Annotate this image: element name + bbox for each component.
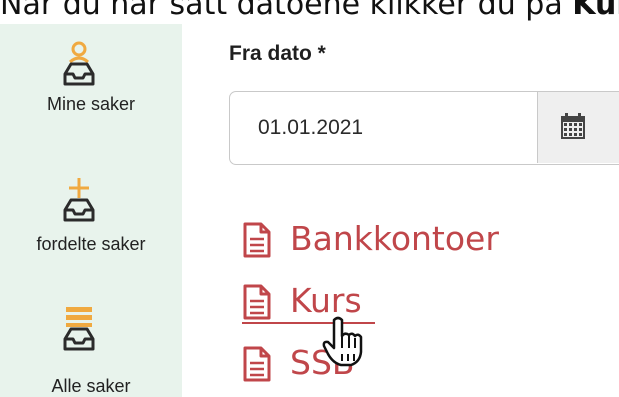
document-icon — [243, 222, 271, 258]
inbox-stack-icon — [63, 307, 95, 351]
from-date-label: Fra dato * — [229, 42, 326, 65]
sidebar-item-mine-saker[interactable]: Mine saker — [0, 24, 182, 134]
report-link-label: Bankkontoer — [290, 219, 499, 258]
instruction-caption: Når du har satt datoene klikker du på Ku… — [0, 0, 619, 24]
sidebar-item-fordelte-saker[interactable]: fordelte saker — [0, 164, 182, 274]
sidebar: Mine saker fordelte saker Alle saker — [0, 24, 182, 397]
document-icon — [243, 284, 271, 320]
calendar-icon — [561, 113, 585, 139]
inbox-person-icon — [63, 41, 95, 86]
sidebar-item-label: Alle saker — [51, 376, 131, 396]
sidebar-item-alle-saker[interactable]: Alle saker — [0, 302, 182, 397]
hand-pointer-cursor-icon — [322, 316, 363, 367]
inbox-plus-icon — [63, 178, 95, 222]
sidebar-item-label: fordelte saker — [36, 234, 146, 254]
calendar-button[interactable] — [537, 92, 619, 163]
from-date-field — [229, 91, 619, 165]
instruction-text: Når du har satt datoene klikker du på — [0, 0, 573, 22]
instruction-bold: Kurs — [572, 0, 619, 22]
document-icon — [243, 346, 271, 382]
sidebar-item-label: Mine saker — [46, 94, 136, 114]
from-date-input[interactable] — [231, 93, 536, 163]
